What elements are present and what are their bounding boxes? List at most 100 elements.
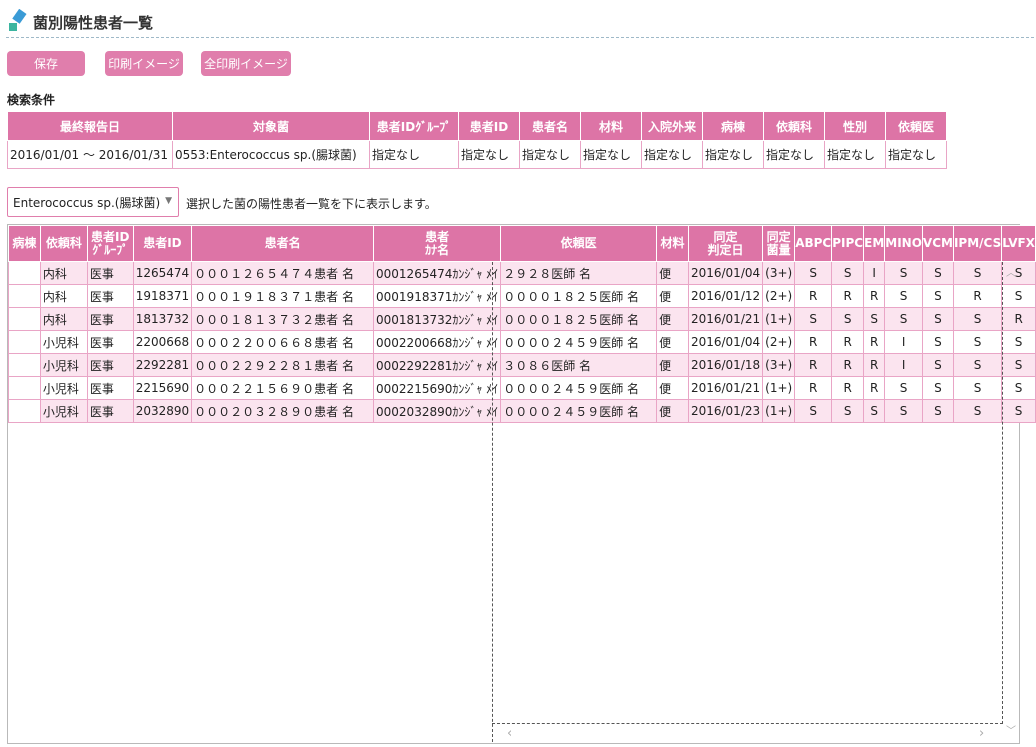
condition-header: 患者IDｸﾞﾙｰﾌﾟ (369, 111, 459, 141)
vertical-scrollbar[interactable]: ︿ ﹀ (1003, 262, 1019, 742)
column-header[interactable]: ABPC (794, 225, 833, 262)
table-cell: S (884, 399, 923, 423)
table-cell: S (921, 330, 954, 354)
table-cell: ００００２４５９医師 名 (500, 376, 658, 400)
scroll-area-bottom-edge (492, 723, 1003, 724)
column-header[interactable]: 病棟 (8, 225, 41, 262)
table-cell (8, 353, 41, 377)
bacteria-select[interactable]: Enterococcus sp.(腸球菌) ▼ (7, 187, 179, 217)
table-cell: ００００１８２５医師 名 (500, 284, 658, 308)
condition-value: 指定なし (580, 140, 642, 169)
scroll-down-icon[interactable]: ﹀ (1006, 722, 1016, 737)
table-row[interactable]: 内科 医事 1918371 ０００１９１８３７１患者 名 0001918371ｶﾝｼﾞｬ… (8, 284, 1036, 308)
column-header-label: 同定 (713, 229, 738, 244)
table-cell: R (794, 284, 833, 308)
column-header[interactable]: 患者名 (191, 225, 375, 262)
horizontal-scrollbar[interactable]: ‹ › (493, 726, 1003, 742)
table-cell: R (863, 284, 886, 308)
table-cell: S (921, 376, 954, 400)
results-table: 病棟 依頼科 患者ID ｸﾞﾙｰﾌﾟ 患者ID 患者名 患者 ｶﾅ名 依頼医 材料 同定 判定日 同定菌… (8, 225, 1036, 423)
condition-header: 材料 (580, 111, 642, 141)
column-header-label: 患者ID (143, 236, 182, 250)
table-cell: 医事 (86, 284, 134, 308)
table-cell: 医事 (86, 376, 134, 400)
column-header-label: ｸﾞﾙｰﾌﾟ (92, 242, 129, 257)
table-cell: 小児科 (39, 376, 88, 400)
table-cell: ０００２０３２８９０患者 名 (191, 399, 375, 423)
table-row[interactable]: 小児科 医事 2200668 ０００２２００６６８患者 名 0002200668ｶﾝｼﾞ… (8, 330, 1036, 354)
table-row[interactable]: 小児科 医事 2032890 ０００２０３２８９０患者 名 0002032890ｶﾝｼﾞ… (8, 399, 1036, 423)
table-cell: 内科 (39, 284, 88, 308)
table-cell: 1918371 (132, 284, 193, 308)
column-header[interactable]: 患者ID ｸﾞﾙｰﾌﾟ (86, 225, 134, 262)
column-header-label: MINO (885, 236, 922, 250)
table-cell: R (952, 284, 1003, 308)
table-cell: S (831, 261, 865, 285)
table-cell: (3+) (762, 353, 796, 377)
table-cell: 小児科 (39, 330, 88, 354)
table-cell: R (794, 353, 833, 377)
column-header-label: 材料 (660, 236, 685, 250)
condition-value: 指定なし (641, 140, 703, 169)
table-row[interactable]: 小児科 医事 2292281 ０００２２９２２８１患者 名 0002292281ｶﾝｼﾞ… (8, 353, 1036, 377)
condition-value: 指定なし (824, 140, 886, 169)
table-cell: ０００１８１３７３２患者 名 (191, 307, 375, 331)
column-header[interactable]: VCM (921, 225, 954, 262)
table-cell: 0001265474ｶﾝｼﾞｬ ﾒｲ (373, 261, 502, 285)
column-header[interactable]: 同定 判定日 (687, 225, 764, 262)
table-cell: (3+) (762, 261, 796, 285)
column-header[interactable]: MINO (884, 225, 923, 262)
table-cell: 2016/01/12 (687, 284, 764, 308)
table-cell: 小児科 (39, 353, 88, 377)
table-cell: R (831, 330, 865, 354)
table-cell: I (884, 353, 923, 377)
table-cell: ００００２４５９医師 名 (500, 399, 658, 423)
print-image-button[interactable]: 印刷イメージ (105, 51, 183, 76)
column-header[interactable]: PIPC (831, 225, 865, 262)
column-header[interactable]: 依頼科 (39, 225, 88, 262)
save-button[interactable]: 保存 (7, 51, 85, 76)
table-cell: ０００２２１５６９０患者 名 (191, 376, 375, 400)
table-cell: 便 (656, 353, 689, 377)
column-header-label: 病棟 (12, 236, 37, 250)
table-row[interactable]: 内科 医事 1265474 ０００１２６５４７４患者 名 0001265474ｶﾝｼﾞｬ… (8, 261, 1036, 285)
table-cell: ３０８６医師 名 (500, 353, 658, 377)
column-header-label: VCM (922, 236, 953, 250)
print-all-image-button[interactable]: 全印刷イメージ (201, 51, 291, 76)
column-header-label: ABPC (795, 236, 832, 250)
scroll-up-icon[interactable]: ︿ (1006, 264, 1016, 279)
column-header[interactable]: 患者 ｶﾅ名 (373, 225, 502, 262)
table-cell: S (831, 399, 865, 423)
column-header[interactable]: 材料 (656, 225, 689, 262)
scroll-left-icon[interactable]: ‹ (507, 726, 512, 741)
table-cell: S (794, 399, 833, 423)
bacteria-select-value: Enterococcus sp.(腸球菌) (13, 195, 161, 210)
column-header[interactable]: LVFX (1001, 225, 1036, 262)
column-header[interactable]: IPM/CS (952, 225, 1003, 262)
column-header[interactable]: EM (863, 225, 886, 262)
table-cell: 便 (656, 284, 689, 308)
table-cell: 0001813732ｶﾝｼﾞｬ ﾒｲ (373, 307, 502, 331)
condition-header: 患者名 (519, 111, 581, 141)
table-cell: S (952, 261, 1003, 285)
condition-header: 最終報告日 (7, 111, 173, 141)
table-cell: 便 (656, 399, 689, 423)
condition-value: 0553:Enterococcus sp.(腸球菌) (172, 140, 370, 169)
column-header[interactable]: 依頼医 (500, 225, 658, 262)
table-row[interactable]: 内科 医事 1813732 ０００１８１３７３２患者 名 0001813732ｶﾝｼﾞｬ… (8, 307, 1036, 331)
condition-header: 対象菌 (172, 111, 370, 141)
condition-header: 患者ID (458, 111, 520, 141)
condition-header: 病棟 (702, 111, 764, 141)
table-cell: S (884, 284, 923, 308)
table-cell: ２９２８医師 名 (500, 261, 658, 285)
table-cell: ０００２２００６６８患者 名 (191, 330, 375, 354)
table-cell: R (794, 376, 833, 400)
table-cell: S (921, 307, 954, 331)
table-cell: S (863, 307, 886, 331)
table-row[interactable]: 小児科 医事 2215690 ０００２２１５６９０患者 名 0002215690ｶﾝｼﾞ… (8, 376, 1036, 400)
column-header[interactable]: 同定 菌量 (762, 225, 796, 262)
scroll-right-icon[interactable]: › (979, 726, 984, 741)
column-header[interactable]: 患者ID (132, 225, 193, 262)
table-cell: (1+) (762, 399, 796, 423)
table-cell: ０００１２６５４７４患者 名 (191, 261, 375, 285)
